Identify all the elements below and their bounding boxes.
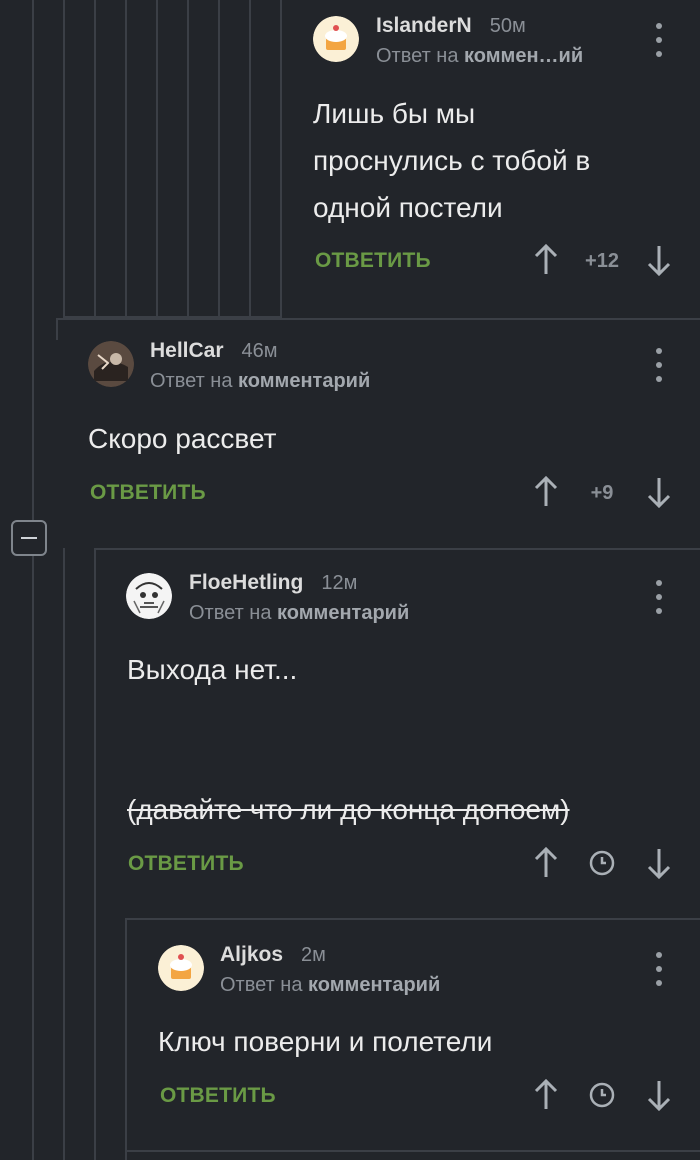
more-menu-icon[interactable]	[647, 952, 671, 986]
reply-button[interactable]: ОТВЕТИТЬ	[128, 852, 244, 876]
downvote-arrow-icon[interactable]	[646, 1079, 672, 1116]
reply-button[interactable]: ОТВЕТИТЬ	[90, 481, 206, 505]
downvote-arrow-icon[interactable]	[646, 244, 672, 281]
upvote-arrow-icon[interactable]	[533, 1078, 559, 1116]
cupcake-avatar[interactable]	[313, 16, 359, 62]
score-value: +12	[585, 250, 619, 272]
comment-text: Скоро рассвет	[88, 423, 277, 454]
upvote-arrow-icon[interactable]	[533, 846, 559, 884]
reply-to-link[interactable]: Ответ на коммен…ий	[376, 45, 583, 68]
score-value: +9	[590, 482, 614, 504]
comment-author[interactable]: HellCar 46м	[150, 339, 278, 363]
comment-time: 12м	[321, 572, 358, 594]
downvote-arrow-icon[interactable]	[646, 476, 672, 513]
downvote-arrow-icon[interactable]	[646, 847, 672, 884]
clock-icon	[589, 1082, 615, 1113]
more-menu-icon[interactable]	[647, 580, 671, 614]
reply-to-link[interactable]: Ответ на комментарий	[189, 602, 409, 625]
sketch-avatar[interactable]	[126, 573, 172, 619]
comment-author[interactable]: IslanderN 50м	[376, 14, 526, 38]
comment-author[interactable]: Aljkos 2м	[220, 943, 326, 967]
reply-button[interactable]: ОТВЕТИТЬ	[160, 1084, 276, 1108]
more-menu-icon[interactable]	[647, 348, 671, 382]
upvote-arrow-icon[interactable]	[533, 243, 559, 281]
comment-time: 2м	[301, 944, 326, 966]
comment-text: Лишь бы мы проснулись с тобой в одной по…	[313, 98, 591, 223]
cupcake-avatar[interactable]	[158, 945, 204, 991]
comment-time: 50м	[489, 15, 526, 37]
reply-to-link[interactable]: Ответ на комментарий	[220, 974, 440, 997]
comment-strikethrough-text: (давайте что ли до конца допоем)	[127, 794, 570, 825]
more-menu-icon[interactable]	[647, 23, 671, 57]
reply-button[interactable]: ОТВЕТИТЬ	[315, 249, 431, 273]
upvote-arrow-icon[interactable]	[533, 475, 559, 513]
collapse-thread-button[interactable]	[11, 520, 47, 556]
comment-text: Выхода нет...	[127, 654, 298, 685]
dark-photo-avatar[interactable]	[88, 341, 134, 387]
reply-to-link[interactable]: Ответ на комментарий	[150, 370, 370, 393]
comment-author[interactable]: FloeHetling 12м	[189, 571, 357, 595]
comment-text: Ключ поверни и полетели	[158, 1026, 493, 1057]
clock-icon	[589, 850, 615, 881]
comment-time: 46м	[241, 340, 278, 362]
